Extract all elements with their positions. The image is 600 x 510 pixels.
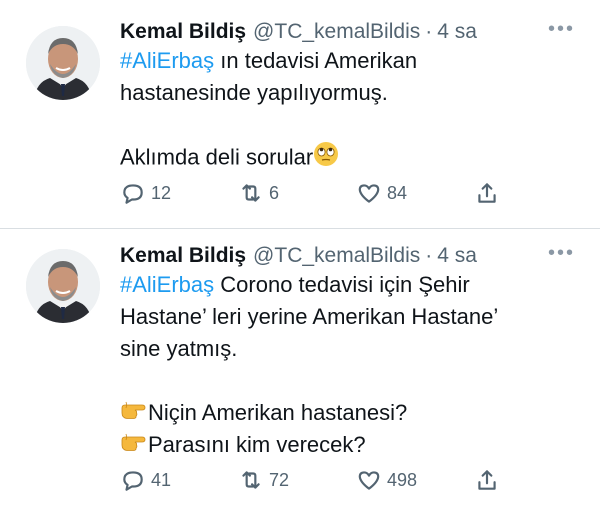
author-name[interactable]: Kemal Bildiş xyxy=(120,20,246,44)
avatar[interactable] xyxy=(26,26,100,100)
retweet-button[interactable]: 6 xyxy=(238,180,279,206)
avatar[interactable] xyxy=(26,249,100,323)
tweet-text-line: Corono tedavisi için Şehir xyxy=(214,272,470,297)
hashtag-link[interactable]: #AliErbaş xyxy=(120,48,214,73)
eye-roll-emoji xyxy=(313,141,339,176)
tweet-text-line: Niçin Amerikan hastanesi? xyxy=(148,400,408,425)
reply-button[interactable]: 12 xyxy=(120,180,171,206)
tweet-text: #AliErbaş Corono tedavisi için Şehir Has… xyxy=(120,269,580,461)
author-handle[interactable]: @TC_kemalBildis xyxy=(253,20,420,44)
pointing-hand-emoji xyxy=(120,398,148,430)
share-icon xyxy=(478,183,496,203)
tweet-actions: 41 72 498 xyxy=(120,467,580,497)
reply-count: 12 xyxy=(151,182,172,203)
retweet-count: 6 xyxy=(269,182,280,203)
like-count: 84 xyxy=(387,182,408,203)
like-count: 498 xyxy=(387,469,418,490)
tweet-header: Kemal Bildiş @TC_kemalBildis · 4 sa xyxy=(120,239,477,273)
tweet-text-line: Parasını kim verecek? xyxy=(148,432,366,457)
reply-count: 41 xyxy=(151,469,172,490)
reply-icon xyxy=(123,184,143,204)
author-name[interactable]: Kemal Bildiş xyxy=(120,244,246,268)
tweet-text-line: ın tedavisi Amerikan xyxy=(214,48,418,73)
like-button[interactable]: 498 xyxy=(356,467,417,493)
timestamp[interactable]: 4 sa xyxy=(437,20,477,44)
tweet-text: #AliErbaş ın tedavisi Amerikan hastanesi… xyxy=(120,45,580,173)
tweet-text-line: hastanesinde yapılıyormuş. xyxy=(120,80,388,105)
author-handle[interactable]: @TC_kemalBildis xyxy=(253,244,420,268)
retweet-count: 72 xyxy=(269,469,290,490)
tweet-actions: 12 6 84 xyxy=(120,180,580,210)
pointing-hand-emoji xyxy=(120,430,148,462)
tweet-text-line: sine yatmış. xyxy=(120,336,238,361)
reply-button[interactable]: 41 xyxy=(120,467,171,493)
share-button[interactable] xyxy=(474,467,500,493)
retweet-icon xyxy=(242,184,260,202)
timestamp[interactable]: 4 sa xyxy=(437,244,477,268)
tweet-text-line: Aklımda deli sorular xyxy=(120,144,314,170)
like-button[interactable]: 84 xyxy=(356,180,407,206)
separator-dot: · xyxy=(425,244,433,267)
tweet[interactable]: Kemal Bildiş @TC_kemalBildis · 4 sa ••• … xyxy=(0,229,600,510)
tweet-header: Kemal Bildiş @TC_kemalBildis · 4 sa xyxy=(120,15,477,49)
reply-icon xyxy=(123,471,143,491)
more-icon[interactable]: ••• xyxy=(548,242,575,265)
separator-dot: · xyxy=(425,20,433,43)
more-icon[interactable]: ••• xyxy=(548,18,575,41)
share-button[interactable] xyxy=(474,180,500,206)
tweet[interactable]: Kemal Bildiş @TC_kemalBildis · 4 sa ••• … xyxy=(0,0,600,228)
tweet-text-line: Hastane’ leri yerine Amerikan Hastane’ xyxy=(120,304,499,329)
retweet-icon xyxy=(242,471,260,489)
heart-icon xyxy=(358,184,380,203)
heart-icon xyxy=(358,471,380,490)
share-icon xyxy=(478,470,496,490)
retweet-button[interactable]: 72 xyxy=(238,467,289,493)
hashtag-link[interactable]: #AliErbaş xyxy=(120,272,214,297)
